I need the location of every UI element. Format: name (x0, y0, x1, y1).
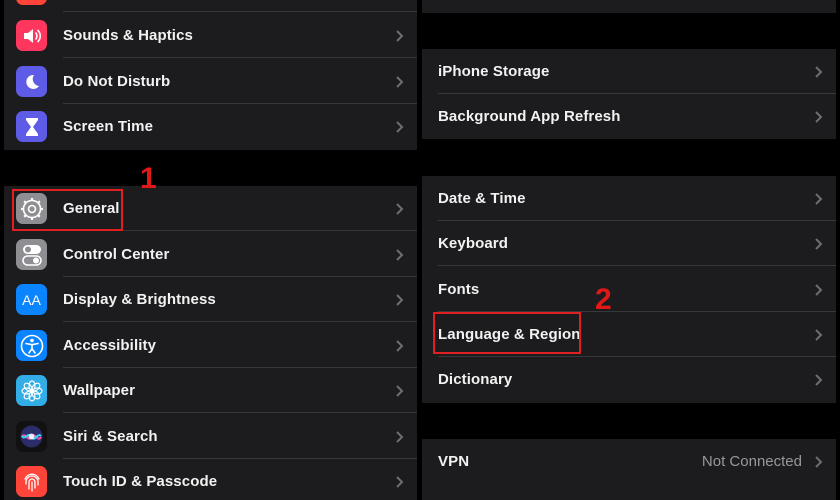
settings-label-dictionary: Dictionary (438, 371, 513, 388)
chevron-right-icon (814, 237, 824, 250)
chevron-right-icon (395, 202, 405, 215)
moon-icon (16, 66, 47, 97)
toggles-icon (16, 239, 47, 270)
text-size-glyph: AA (22, 291, 41, 308)
settings-label-iphone-storage: iPhone Storage (438, 63, 550, 80)
settings-label-touch-id: Touch ID & Passcode (63, 473, 218, 490)
settings-row-background-refresh[interactable]: Background App Refresh (422, 94, 836, 139)
chevron-right-icon (395, 430, 405, 443)
settings-row-accessibility[interactable]: Accessibility (4, 323, 417, 368)
settings-group-language: Date & Time Keyboard Fonts Language & Re… (422, 176, 836, 403)
chevron-right-icon (814, 65, 824, 78)
text-size-icon: AA (16, 284, 47, 315)
fingerprint-icon (16, 466, 47, 497)
chevron-right-icon (395, 29, 405, 42)
settings-label-fonts: Fonts (438, 281, 480, 298)
highlight-general (12, 189, 123, 231)
settings-row-vpn[interactable]: VPN Not Connected (422, 439, 836, 484)
chevron-right-icon (814, 283, 824, 296)
settings-row-fonts[interactable]: Fonts (422, 267, 836, 312)
flower-icon (16, 375, 47, 406)
settings-label-control-center: Control Center (63, 246, 170, 263)
hourglass-icon (16, 111, 47, 142)
settings-label-screen-time: Screen Time (63, 118, 154, 135)
chevron-right-icon (395, 293, 405, 306)
siri-icon (16, 421, 47, 452)
chevron-right-icon (814, 110, 824, 123)
settings-label-keyboard: Keyboard (438, 235, 508, 252)
chevron-right-icon (395, 75, 405, 88)
settings-label-sounds: Sounds & Haptics (63, 27, 193, 44)
settings-row-touch-id[interactable]: Touch ID & Passcode (4, 459, 417, 500)
settings-group-storage: iPhone Storage Background App Refresh (422, 49, 836, 139)
chevron-right-icon (395, 248, 405, 261)
settings-row-keyboard[interactable]: Keyboard (422, 221, 836, 266)
highlight-language-region (433, 312, 581, 354)
settings-label-siri: Siri & Search (63, 428, 158, 445)
settings-label-accessibility: Accessibility (63, 337, 157, 354)
settings-row-wallpaper[interactable]: Wallpaper (4, 368, 417, 413)
step-number-1: 1 (140, 162, 157, 195)
settings-row-partial[interactable] (4, 0, 417, 12)
settings-list-general: iPhone Storage Background App Refresh Da… (422, 0, 836, 500)
settings-row-siri[interactable]: Siri & Search (4, 414, 417, 459)
settings-row-control-center[interactable]: Control Center (4, 232, 417, 277)
speaker-icon (16, 20, 47, 51)
settings-row-dictionary[interactable]: Dictionary (422, 357, 836, 402)
chevron-right-icon (814, 328, 824, 341)
chevron-right-icon (814, 192, 824, 205)
settings-group-partial (422, 0, 836, 13)
settings-label-wallpaper: Wallpaper (63, 382, 136, 399)
settings-row-iphone-storage[interactable]: iPhone Storage (422, 49, 836, 94)
chevron-right-icon (814, 455, 824, 468)
settings-row-screen-time[interactable]: Screen Time (4, 104, 417, 149)
settings-group-general: General Control Center AA Display & Brig… (4, 186, 417, 500)
settings-label-vpn: VPN (438, 453, 470, 470)
settings-row-display[interactable]: AA Display & Brightness (4, 277, 417, 322)
chevron-right-icon (395, 384, 405, 397)
settings-row-dnd[interactable]: Do Not Disturb (4, 59, 417, 104)
chevron-right-icon (395, 339, 405, 352)
accessibility-icon (16, 330, 47, 361)
settings-label-background-refresh: Background App Refresh (438, 108, 621, 125)
chevron-right-icon (814, 373, 824, 386)
step-number-2: 2 (595, 283, 612, 316)
settings-label-dnd: Do Not Disturb (63, 73, 171, 90)
settings-group-vpn: VPN Not Connected (422, 439, 836, 500)
settings-row-sounds[interactable]: Sounds & Haptics (4, 13, 417, 58)
chevron-right-icon (395, 475, 405, 488)
chevron-right-icon (395, 120, 405, 133)
settings-row-date-time[interactable]: Date & Time (422, 176, 836, 221)
settings-label-date-time: Date & Time (438, 190, 526, 207)
vpn-status: Not Connected (701, 453, 802, 470)
settings-label-display: Display & Brightness (63, 291, 216, 308)
settings-list-left: Sounds & Haptics Do Not Disturb Screen T… (4, 0, 417, 500)
notifications-icon (16, 0, 47, 5)
settings-group-sounds: Sounds & Haptics Do Not Disturb Screen T… (4, 0, 417, 150)
